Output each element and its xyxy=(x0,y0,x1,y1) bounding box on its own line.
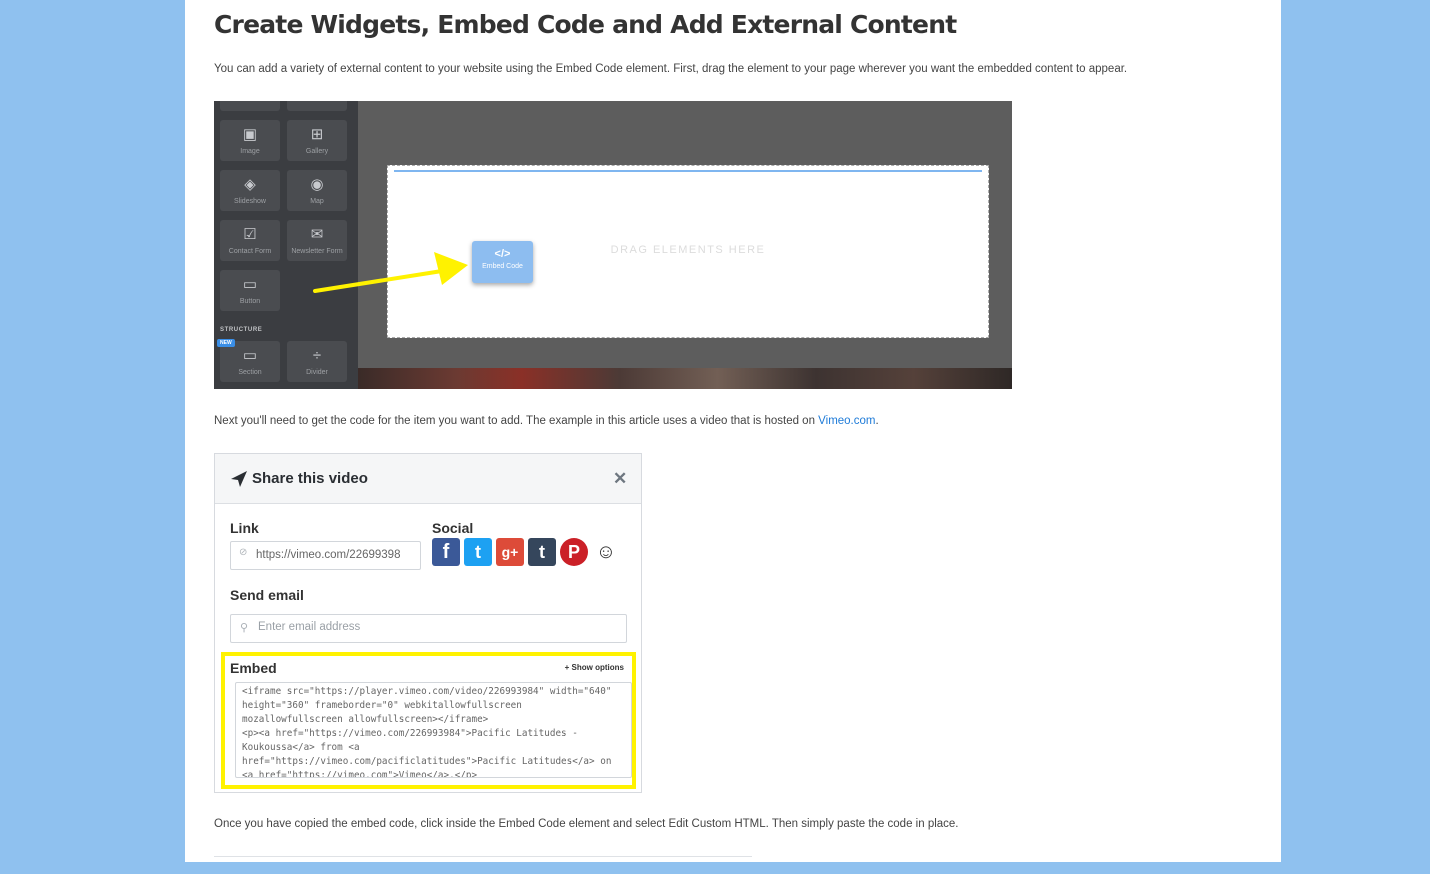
element-label: Button xyxy=(239,298,261,305)
email-field[interactable]: ⚲ xyxy=(230,614,627,643)
elements-panel: ▣ Image ⊞ Gallery ◈ Slideshow ◉ Map ☑ Co… xyxy=(214,101,358,389)
element-tile-contact-form: ☑ Contact Form xyxy=(220,220,280,261)
link-label: Link xyxy=(230,520,259,536)
element-tile-partial xyxy=(287,101,347,111)
button-icon: ▭ xyxy=(242,276,258,293)
embed-code-tile: </> Embed Code xyxy=(472,241,533,283)
step3-paragraph: Once you have copied the embed code, cli… xyxy=(214,818,959,830)
element-label: Image xyxy=(240,148,260,155)
embed-highlight: Embed + Show options <iframe src="https:… xyxy=(221,652,636,789)
arrow-icon xyxy=(313,252,468,293)
step2-text: Next you'll need to get the code for the… xyxy=(214,415,819,427)
show-options-link[interactable]: + Show options xyxy=(565,663,624,672)
slideshow-icon: ◈ xyxy=(244,176,256,193)
new-badge: NEW xyxy=(217,339,235,347)
code-line: mozallowfullscreen allowfullscreen></ifr… xyxy=(242,714,489,725)
drop-zone-indicator xyxy=(394,170,982,172)
email-input[interactable] xyxy=(256,620,620,634)
code-line: <iframe src="https://player.vimeo.com/vi… xyxy=(242,686,612,697)
element-tile-partial xyxy=(220,101,280,111)
envelope-icon: ✉ xyxy=(310,226,324,243)
pinterest-icon[interactable]: P xyxy=(560,538,588,566)
embed-code-label: Embed Code xyxy=(482,263,523,270)
tumblr-icon[interactable]: t xyxy=(528,538,556,566)
embed-code-textarea[interactable]: <iframe src="https://player.vimeo.com/vi… xyxy=(235,682,632,778)
code-line: <a href="https://vimeo.com">Vimeo</a>.</… xyxy=(242,770,478,778)
element-label: Gallery xyxy=(305,148,329,155)
link-field[interactable]: ⊘ https://vimeo.com/22699398 xyxy=(230,541,421,570)
dialog-title: Share this video xyxy=(252,470,368,487)
element-label: Section xyxy=(238,369,262,376)
element-label: Contact Form xyxy=(228,248,272,255)
paperclip-icon: ⊘ xyxy=(239,547,248,558)
embed-label: Embed xyxy=(230,660,277,676)
code-line: <p><a href="https://vimeo.com/226993984"… xyxy=(242,728,578,739)
twitter-icon[interactable]: t xyxy=(464,538,492,566)
element-label: Divider xyxy=(306,369,328,376)
facebook-icon[interactable]: f xyxy=(432,538,460,566)
element-label: Slideshow xyxy=(234,198,266,205)
send-email-label: Send email xyxy=(230,587,304,603)
share-dialog-screenshot: Share this video ✕ Link ⊘ https://vimeo.… xyxy=(214,453,642,793)
gallery-icon: ⊞ xyxy=(310,126,324,143)
social-label: Social xyxy=(432,520,474,536)
paper-plane-icon xyxy=(231,471,247,487)
link-value: https://vimeo.com/22699398 xyxy=(256,549,401,561)
page-title: Create Widgets, Embed Code and Add Exter… xyxy=(214,10,957,39)
step2-paragraph: Next you'll need to get the code for the… xyxy=(214,415,879,427)
element-tile-slideshow: ◈ Slideshow xyxy=(220,170,280,211)
element-tile-button: ▭ Button xyxy=(220,270,280,311)
code-line: href="https://vimeo.com/pacificlatitudes… xyxy=(242,756,612,767)
editor-screenshot: ▣ Image ⊞ Gallery ◈ Slideshow ◉ Map ☑ Co… xyxy=(214,101,1012,389)
element-tile-divider: ÷ Divider xyxy=(287,341,347,382)
next-screenshot-edge xyxy=(214,856,752,862)
element-tile-map: ◉ Map xyxy=(287,170,347,211)
element-tile-gallery: ⊞ Gallery xyxy=(287,120,347,161)
code-icon: </> xyxy=(494,248,511,260)
google-plus-icon[interactable]: g+ xyxy=(496,538,524,566)
image-icon: ▣ xyxy=(242,126,258,143)
code-line: Koukoussa</a> from <a xyxy=(242,742,360,753)
intro-paragraph: You can add a variety of external conten… xyxy=(214,63,1128,75)
dialog-header: Share this video ✕ xyxy=(215,454,641,504)
background-image-strip xyxy=(358,368,1012,389)
contact-form-icon: ☑ xyxy=(243,226,257,243)
reddit-icon[interactable]: ☺ xyxy=(592,538,620,566)
search-icon: ⚲ xyxy=(240,622,249,634)
element-tile-section: ▭ Section xyxy=(220,341,280,382)
element-tile-image: ▣ Image xyxy=(220,120,280,161)
map-pin-icon: ◉ xyxy=(310,176,324,193)
close-icon[interactable]: ✕ xyxy=(613,469,627,489)
article-page: Create Widgets, Embed Code and Add Exter… xyxy=(185,0,1281,862)
vimeo-link[interactable]: Vimeo.com xyxy=(818,415,875,427)
step2-end: . xyxy=(875,415,879,427)
element-label: Map xyxy=(310,198,324,205)
section-icon: ▭ xyxy=(242,347,258,364)
divider-icon: ÷ xyxy=(312,347,322,364)
structure-heading: STRUCTURE xyxy=(220,327,263,333)
code-line: height="360" frameborder="0" webkitallow… xyxy=(242,700,522,711)
